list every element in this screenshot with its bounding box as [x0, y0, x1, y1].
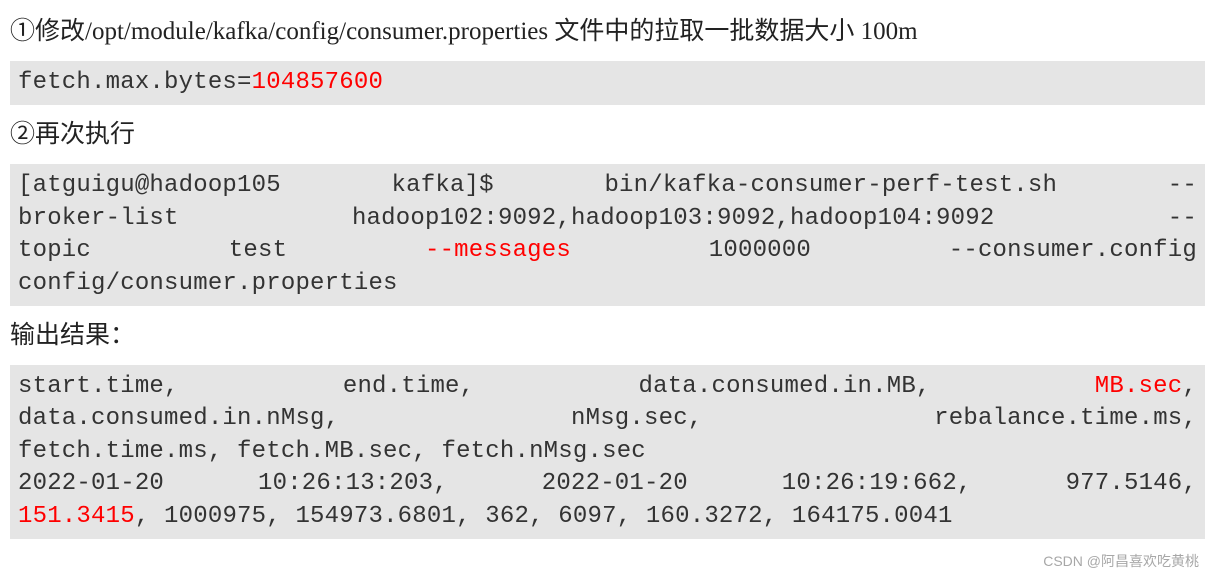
code2-l2b: hadoop102:9092,hadoop103:9092,hadoop104:… [352, 205, 1168, 232]
step-2-body: 再次执行 [35, 121, 135, 148]
code2-l2c: -- [1168, 205, 1197, 232]
code2-l1d: -- [1168, 172, 1197, 199]
step-1-body: 修改/opt/module/kafka/config/consumer.prop… [35, 18, 918, 45]
code2-line4: config/consumer.properties [18, 268, 1197, 300]
code3-l1c: data.consumed.in.MB, [638, 373, 1094, 400]
step-2-text: ②再次执行 [10, 117, 1205, 152]
code3-line1: start.time, end.time, data.consumed.in.M… [18, 371, 1197, 403]
code3-l4c: 2022-01-20 [542, 470, 782, 497]
code2-l3b: test [229, 237, 425, 264]
code3-l5a: 151.3415 [18, 503, 135, 530]
code2-l3d: 1000000 [571, 237, 949, 264]
code2-l3e: --consumer.config [949, 237, 1197, 264]
step-1-text: ①修改/opt/module/kafka/config/consumer.pro… [10, 14, 1205, 49]
code2-line1: [atguigu@hadoop105 kafka]$ bin/kafka-con… [18, 170, 1197, 202]
code3-l1e: , [1182, 373, 1197, 400]
code2-line2: broker-list hadoop102:9092,hadoop103:909… [18, 203, 1197, 235]
code3-l2a: data.consumed.in.nMsg, [18, 405, 571, 432]
code3-line4: 2022-01-20 10:26:13:203, 2022-01-20 10:2… [18, 468, 1197, 500]
watermark: CSDN @阿昌喜欢吃黄桃 [1043, 551, 1199, 571]
code2-l3c: --messages [425, 237, 571, 264]
code2-l2a: broker-list [18, 205, 352, 232]
code3-line3: fetch.time.ms, fetch.MB.sec, fetch.nMsg.… [18, 436, 1197, 468]
code1-value: 104857600 [252, 69, 383, 96]
code2-l1c: bin/kafka-consumer-perf-test.sh [604, 172, 1167, 199]
code3-l2b: nMsg.sec, [571, 405, 934, 432]
code-block-2: [atguigu@hadoop105 kafka]$ bin/kafka-con… [10, 164, 1205, 306]
code3-l4a: 2022-01-20 [18, 470, 258, 497]
code3-l4d: 10:26:19:662, [782, 470, 1066, 497]
circled-1: ① [10, 18, 35, 45]
code2-l1b: kafka]$ [392, 172, 605, 199]
code3-l4b: 10:26:13:203, [258, 470, 542, 497]
circled-2: ② [10, 121, 35, 148]
code1-key: fetch.max.bytes= [18, 69, 252, 96]
code3-l1b: end.time, [343, 373, 639, 400]
code3-line5: 151.3415, 1000975, 154973.6801, 362, 609… [18, 501, 1197, 533]
code2-l3a: topic [18, 237, 229, 264]
code-block-1: fetch.max.bytes=104857600 [10, 61, 1205, 105]
code3-l1d: MB.sec [1095, 373, 1183, 400]
code-block-3: start.time, end.time, data.consumed.in.M… [10, 365, 1205, 539]
code3-l2c: rebalance.time.ms, [934, 405, 1197, 432]
code3-l4e: 977.5146, [1066, 470, 1197, 497]
output-label: 输出结果： [10, 318, 1205, 353]
code2-l1a: [atguigu@hadoop105 [18, 172, 392, 199]
code2-line3: topic test --messages 1000000 --consumer… [18, 235, 1197, 267]
code3-line2: data.consumed.in.nMsg, nMsg.sec, rebalan… [18, 403, 1197, 435]
code3-l5b: , 1000975, 154973.6801, 362, 6097, 160.3… [135, 503, 953, 530]
code3-l1a: start.time, [18, 373, 343, 400]
